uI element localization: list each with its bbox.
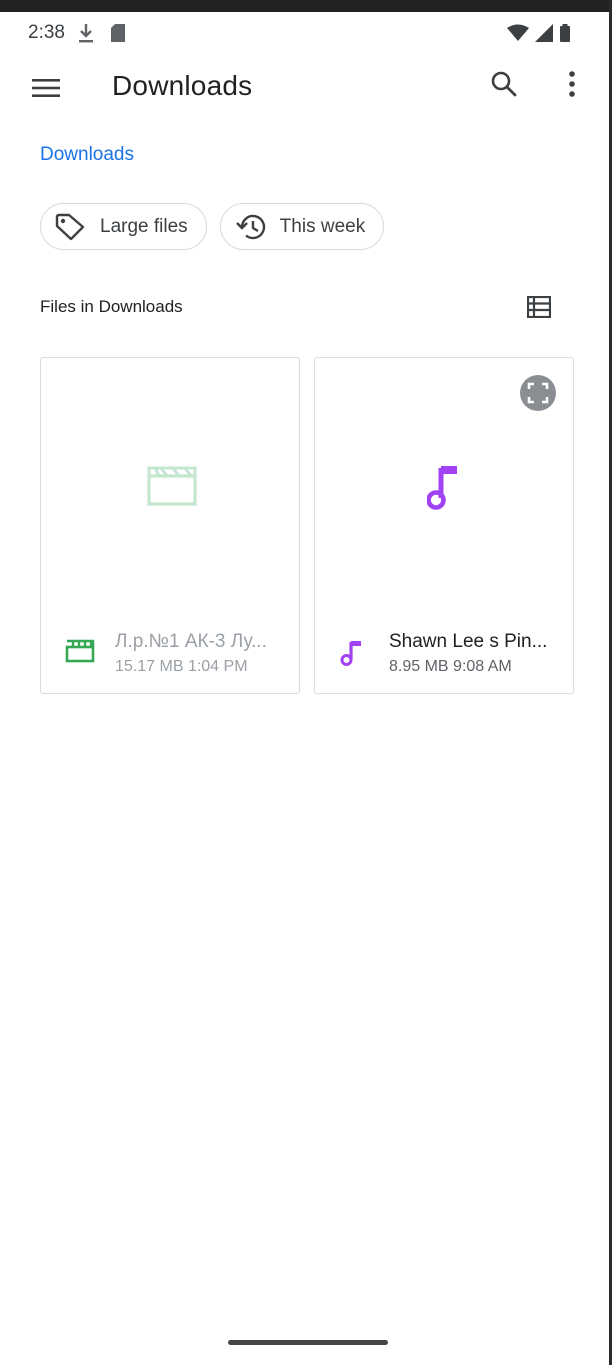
search-icon [491,71,517,97]
menu-icon [32,79,60,97]
more-vert-icon [569,71,575,97]
expand-preview-icon[interactable] [519,374,557,412]
gesture-nav-handle[interactable] [228,1340,388,1345]
tag-icon [55,213,85,240]
page-title: Downloads [112,70,253,101]
status-time: 2:38 [28,22,65,43]
file-name: Л.р.№1 АК-3 Лу... [115,631,267,652]
menu-button[interactable] [20,62,72,114]
chip-label: Large files [100,215,188,237]
music-note-icon [427,466,457,510]
file-size: 15.17 MB [115,658,184,675]
status-icons [507,24,571,42]
file-card-audio[interactable]: Shawn Lee s Pin... 8.95 MB 9:08 AM [314,357,574,694]
file-info: Л.р.№1 АК-3 Лу... 15.17 MB 1:04 PM [41,613,299,693]
file-name: Shawn Lee s Pin... [389,631,548,652]
file-time: 1:04 PM [187,658,248,675]
chip-label: This week [279,215,366,237]
toggle-layout-button[interactable] [516,285,562,329]
chip-this-week[interactable]: This week [219,203,385,250]
filter-chips: Large files This week [40,203,385,250]
sd-card-icon [111,24,125,42]
battery-icon [560,24,570,42]
breadcrumb-downloads[interactable]: Downloads [40,144,134,166]
status-bar: 2:38 [0,12,609,52]
file-info: Shawn Lee s Pin... 8.95 MB 9:08 AM [315,613,573,693]
file-card-video[interactable]: Л.р.№1 АК-3 Лу... 15.17 MB 1:04 PM [40,357,300,694]
file-meta: 8.95 MB 9:08 AM [389,658,512,676]
list-view-icon [527,296,551,318]
movie-icon [147,466,197,506]
more-options-button[interactable] [548,60,596,108]
movie-icon [65,639,95,663]
file-time: 9:08 AM [453,658,512,675]
chip-large-files[interactable]: Large files [40,203,207,250]
app-bar: Downloads [0,52,609,122]
section-title: Files in Downloads [40,297,183,316]
search-button[interactable] [480,60,528,108]
file-meta: 15.17 MB 1:04 PM [115,658,248,676]
signal-icon [535,24,553,42]
music-note-icon [340,641,361,666]
file-size: 8.95 MB [389,658,449,675]
screen-top-edge [0,0,612,12]
history-icon [235,214,265,239]
wifi-icon [507,24,529,41]
download-icon [79,24,93,43]
